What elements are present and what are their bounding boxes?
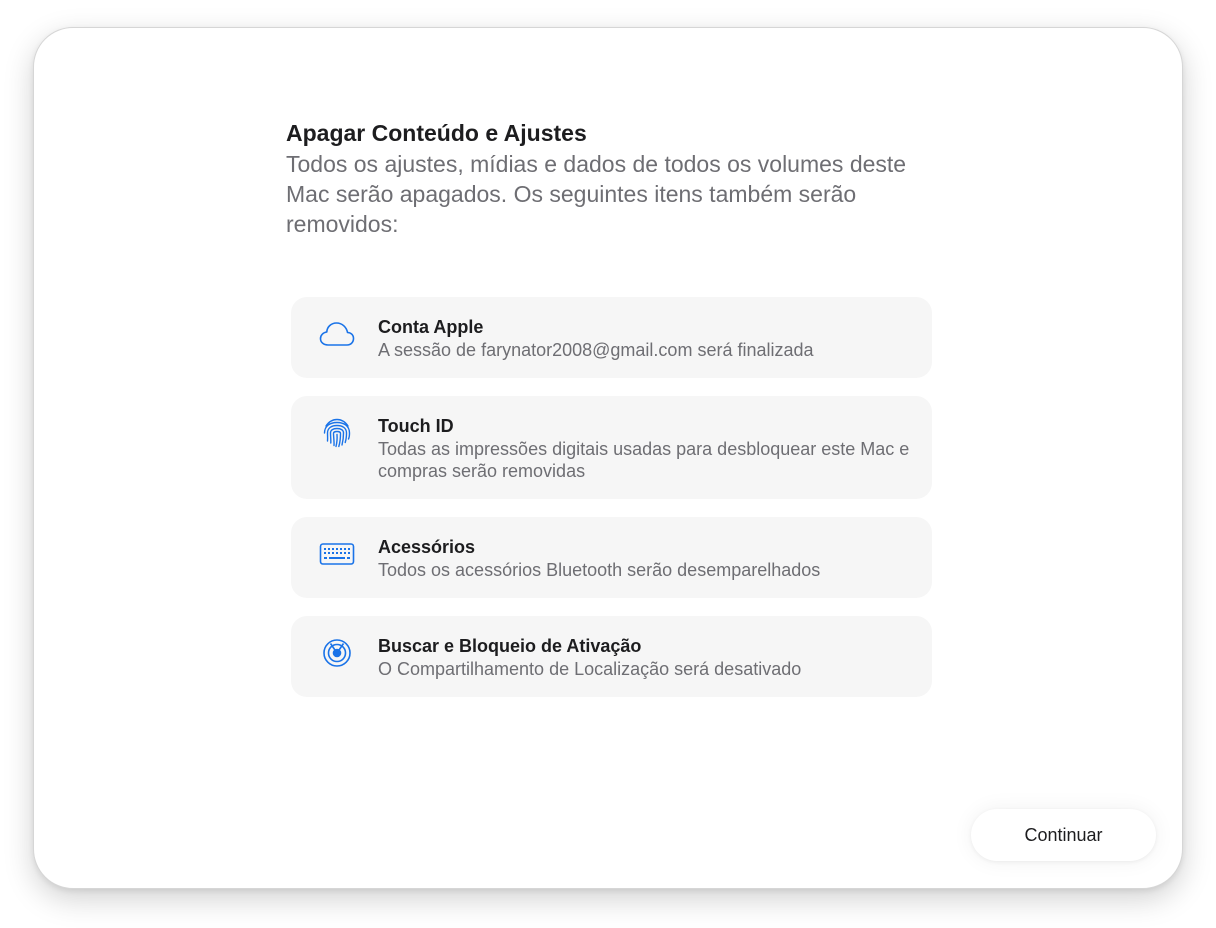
list-item-description: A sessão de farynator2008@gmail.com será…	[378, 340, 814, 360]
list-item-apple-account: Conta Apple A sessão de farynator2008@gm…	[291, 297, 932, 378]
keyboard-icon	[318, 535, 356, 573]
list-item-accessories: Acessórios Todos os acessórios Bluetooth…	[291, 517, 932, 598]
list-item-touch-id: Touch ID Todas as impressões digitais us…	[291, 396, 932, 499]
fingerprint-icon	[318, 414, 356, 452]
list-item-title: Buscar e Bloqueio de Ativação	[378, 636, 642, 656]
continue-button[interactable]: Continuar	[971, 809, 1156, 861]
list-item-description: Todos os acessórios Bluetooth serão dese…	[378, 560, 821, 580]
list-item-description: O Compartilhamento de Localização será d…	[378, 659, 802, 679]
removed-items-list: Conta Apple A sessão de farynator2008@gm…	[291, 297, 932, 697]
list-item-title: Touch ID	[378, 416, 454, 436]
dialog-title: Apagar Conteúdo e Ajustes	[286, 120, 587, 146]
erase-dialog-window: Apagar Conteúdo e Ajustes Todos os ajust…	[33, 27, 1183, 889]
find-my-icon	[318, 634, 356, 672]
list-item-title: Acessórios	[378, 537, 476, 557]
list-item-description: Todas as impressões digitais usadas para…	[378, 439, 910, 481]
list-item-title: Conta Apple	[378, 317, 484, 337]
cloud-icon	[318, 315, 356, 353]
list-item-find-my: Buscar e Bloqueio de Ativação O Comparti…	[291, 616, 932, 697]
dialog-description: Todos os ajustes, mídias e dados de todo…	[286, 151, 907, 237]
